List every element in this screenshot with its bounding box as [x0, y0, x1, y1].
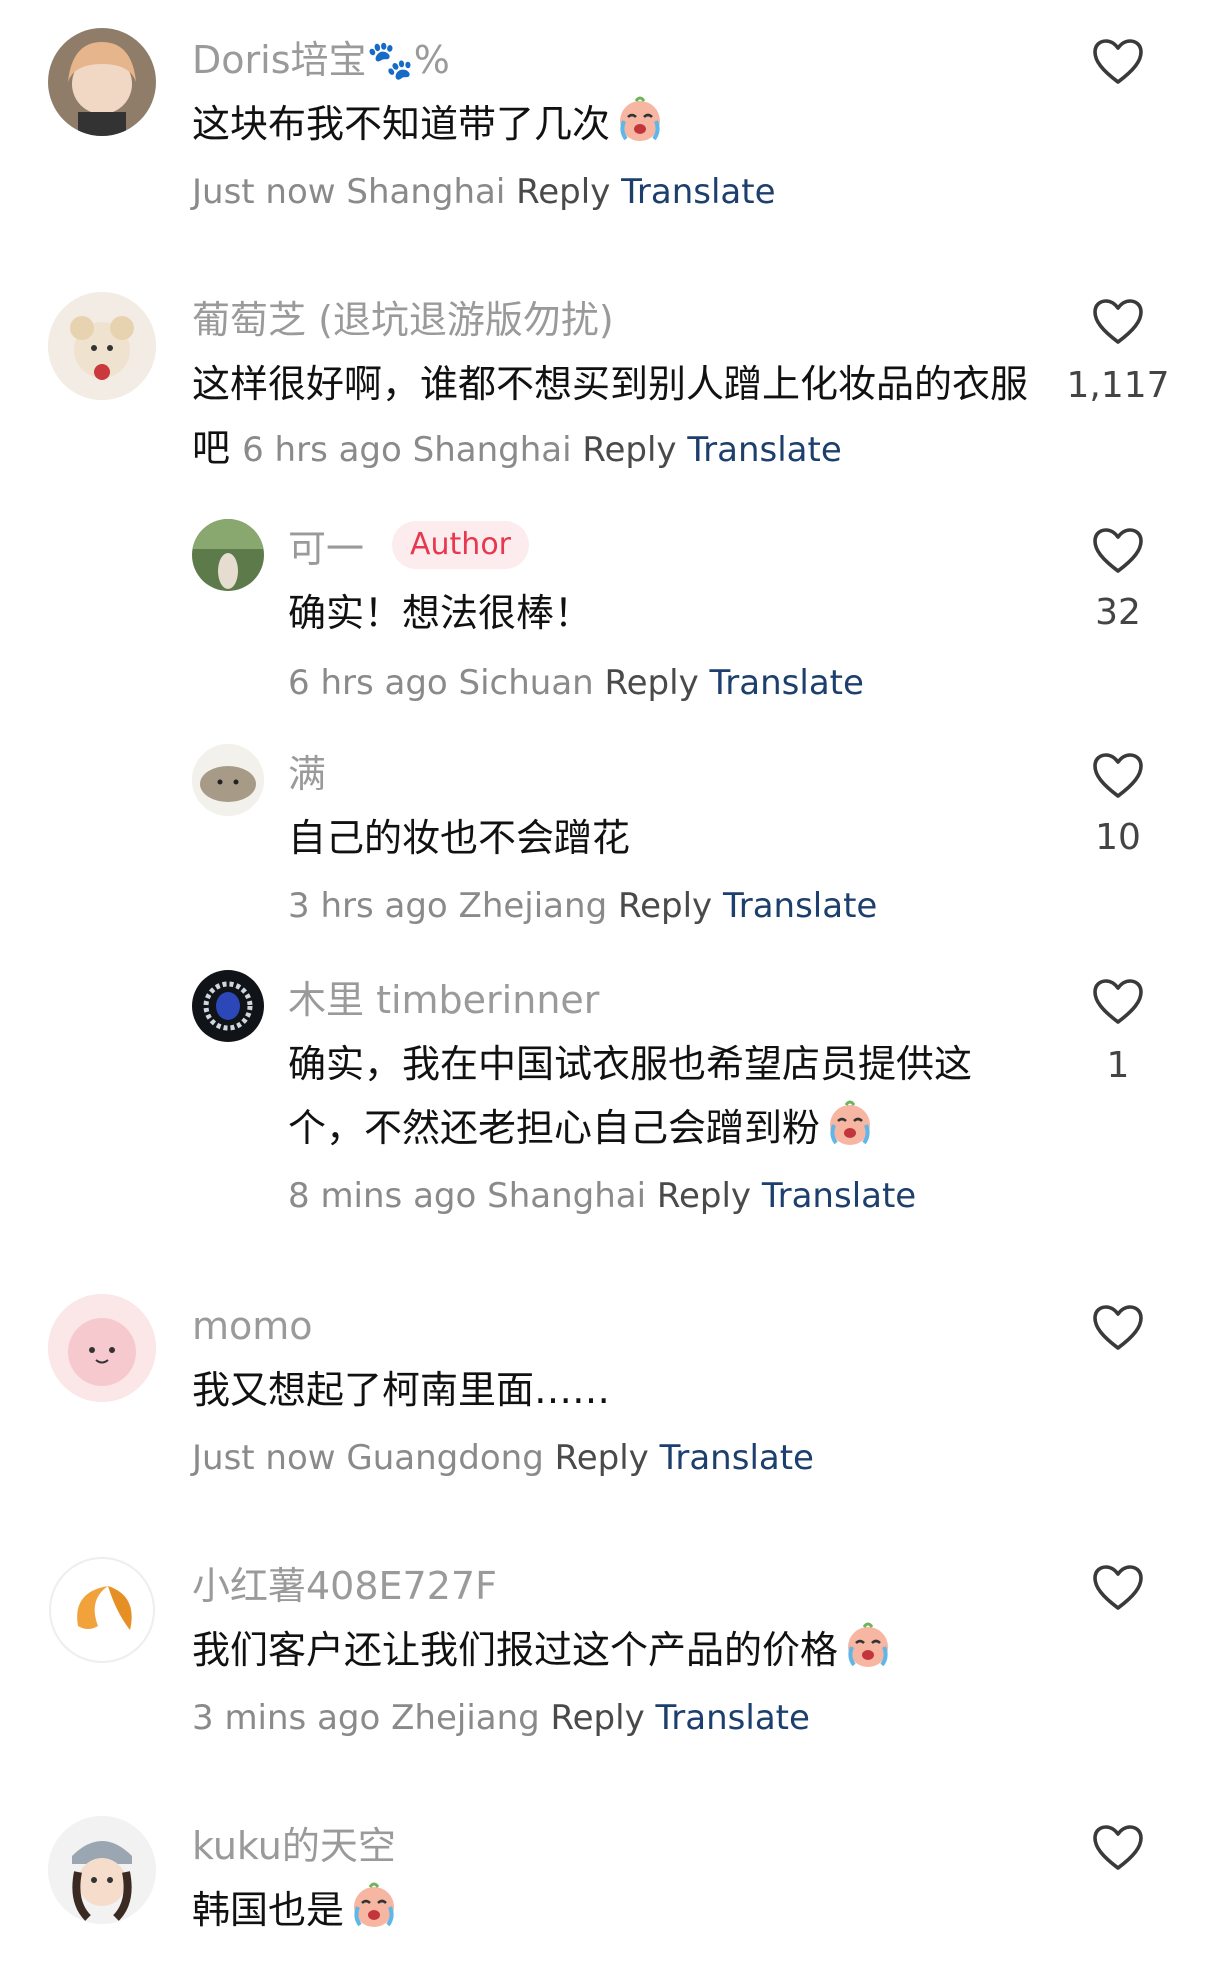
comment-item: momo 我又想起了柯南里面…… Just now Guangdong Repl… — [0, 1280, 1206, 1520]
heart-outline-icon[interactable] — [1092, 1824, 1144, 1872]
comment-item: 小红薯408E727F 我们客户还让我们报过这个产品的价格 3 mins ago… — [0, 1540, 1206, 1780]
reply-button[interactable]: Reply — [555, 1438, 649, 1478]
location: Guangdong — [346, 1438, 544, 1478]
avatar[interactable] — [48, 1294, 156, 1402]
avatar-image — [192, 970, 264, 1042]
comment-text: 这块布我不知道带了几次 — [192, 92, 666, 156]
reply-item: 满 自己的妆也不会蹭花 3 hrs ago Zhejiang Reply Tra… — [0, 730, 1206, 930]
translate-button[interactable]: Translate — [660, 1438, 814, 1478]
username[interactable]: Doris培宝🐾% — [192, 36, 450, 84]
username[interactable]: 小红薯408E727F — [192, 1562, 497, 1610]
reply-button[interactable]: Reply — [657, 1176, 751, 1216]
timestamp: 6 hrs ago — [288, 663, 448, 703]
username[interactable]: 满 — [288, 750, 326, 798]
heart-outline-icon[interactable] — [1092, 38, 1144, 86]
crying-face-emoji — [348, 1879, 400, 1931]
like-count: 1 — [1106, 1045, 1130, 1086]
comment-meta: 6 hrs ago Shanghai Reply Translate — [242, 430, 842, 470]
heart-outline-icon[interactable] — [1092, 298, 1144, 346]
reply-button[interactable]: Reply — [551, 1698, 645, 1738]
avatar[interactable] — [192, 970, 264, 1042]
location: Sichuan — [458, 663, 594, 703]
heart-outline-icon[interactable] — [1092, 1564, 1144, 1612]
comment-text: 韩国也是 — [192, 1878, 400, 1942]
comment-text: 自己的妆也不会蹭花 — [288, 816, 631, 860]
username[interactable]: 葡萄芝 (退坑退游版勿扰) — [192, 296, 614, 344]
reply-button[interactable]: Reply — [582, 430, 676, 470]
comment-text: 我们客户还让我们报过这个产品的价格 — [192, 1618, 894, 1682]
translate-button[interactable]: Translate — [687, 430, 841, 470]
avatar[interactable] — [48, 28, 156, 136]
timestamp: Just now — [192, 1438, 336, 1478]
translate-button[interactable]: Translate — [710, 663, 864, 703]
avatar[interactable] — [48, 1816, 156, 1924]
crying-face-emoji — [842, 1619, 894, 1671]
author-badge: Author — [392, 521, 530, 569]
avatar[interactable] — [48, 1556, 156, 1664]
comment-meta: 6 hrs ago Sichuan Reply Translate — [288, 661, 864, 705]
heart-outline-icon[interactable] — [1092, 527, 1144, 575]
avatar[interactable] — [192, 519, 264, 591]
crying-face-emoji — [614, 93, 666, 145]
comment-text: 确实，我在中国试衣服也希望店员提供这 个，不然还老担心自己会蹭到粉 — [288, 1042, 973, 1150]
username[interactable]: 可一 — [288, 525, 364, 573]
comment-text: 这样很好啊，谁都不想买到别人蹭上化妆品的衣服吧 6 hrs ago Shangh… — [192, 362, 1029, 470]
comment-item: 葡萄芝 (退坑退游版勿扰) 这样很好啊，谁都不想买到别人蹭上化妆品的衣服吧 6 … — [0, 260, 1206, 490]
translate-button[interactable]: Translate — [723, 886, 877, 926]
heart-outline-icon[interactable] — [1092, 1304, 1144, 1352]
avatar-image — [48, 28, 156, 136]
like-count: 1,117 — [1066, 365, 1170, 406]
location: Zhejiang — [458, 886, 608, 926]
username[interactable]: 木里 timberinner — [288, 976, 599, 1024]
crying-face-emoji — [824, 1097, 876, 1149]
comment-item: Doris培宝🐾% 这块布我不知道带了几次 Just now Shanghai … — [0, 0, 1206, 240]
comment-text: 我又想起了柯南里面…… — [192, 1368, 611, 1412]
timestamp: 8 mins ago — [288, 1176, 477, 1216]
translate-button[interactable]: Translate — [656, 1698, 810, 1738]
location: Shanghai — [412, 430, 572, 470]
username[interactable]: kuku的天空 — [192, 1822, 396, 1870]
comment-text: 确实！想法很棒！ — [288, 591, 593, 635]
timestamp: 3 mins ago — [192, 1698, 381, 1738]
avatar[interactable] — [48, 292, 156, 400]
reply-item: 木里 timberinner 确实，我在中国试衣服也希望店员提供这 个，不然还老… — [0, 956, 1206, 1216]
timestamp: 6 hrs ago — [242, 430, 402, 470]
avatar-image — [48, 1294, 156, 1402]
heart-outline-icon[interactable] — [1092, 978, 1144, 1026]
timestamp: Just now — [192, 172, 336, 212]
like-count: 32 — [1095, 592, 1141, 633]
like-count: 10 — [1095, 817, 1141, 858]
avatar-image — [48, 1816, 156, 1924]
username[interactable]: momo — [192, 1302, 313, 1350]
reply-item: 可一 Author 确实！想法很棒！ 6 hrs ago Sichuan Rep… — [0, 505, 1206, 705]
location: Shanghai — [346, 172, 506, 212]
avatar-image — [48, 1556, 156, 1664]
avatar-image — [192, 744, 264, 816]
heart-outline-icon[interactable] — [1092, 752, 1144, 800]
reply-button[interactable]: Reply — [516, 172, 610, 212]
comment-meta: Just now Shanghai Reply Translate — [192, 170, 776, 214]
reply-button[interactable]: Reply — [618, 886, 712, 926]
translate-button[interactable]: Translate — [762, 1176, 916, 1216]
reply-button[interactable]: Reply — [605, 663, 699, 703]
avatar[interactable] — [192, 744, 264, 816]
comment-meta: 3 mins ago Zhejiang Reply Translate — [192, 1696, 810, 1740]
location: Shanghai — [487, 1176, 647, 1216]
comment-meta: Just now Guangdong Reply Translate — [192, 1436, 814, 1480]
avatar-image — [48, 292, 156, 400]
avatar-image — [192, 519, 264, 591]
comment-item: kuku的天空 韩国也是 — [0, 1800, 1206, 1979]
comment-meta: 8 mins ago Shanghai Reply Translate — [288, 1174, 916, 1218]
comment-meta: 3 hrs ago Zhejiang Reply Translate — [288, 884, 877, 928]
location: Zhejiang — [391, 1698, 540, 1738]
timestamp: 3 hrs ago — [288, 886, 448, 926]
translate-button[interactable]: Translate — [621, 172, 775, 212]
